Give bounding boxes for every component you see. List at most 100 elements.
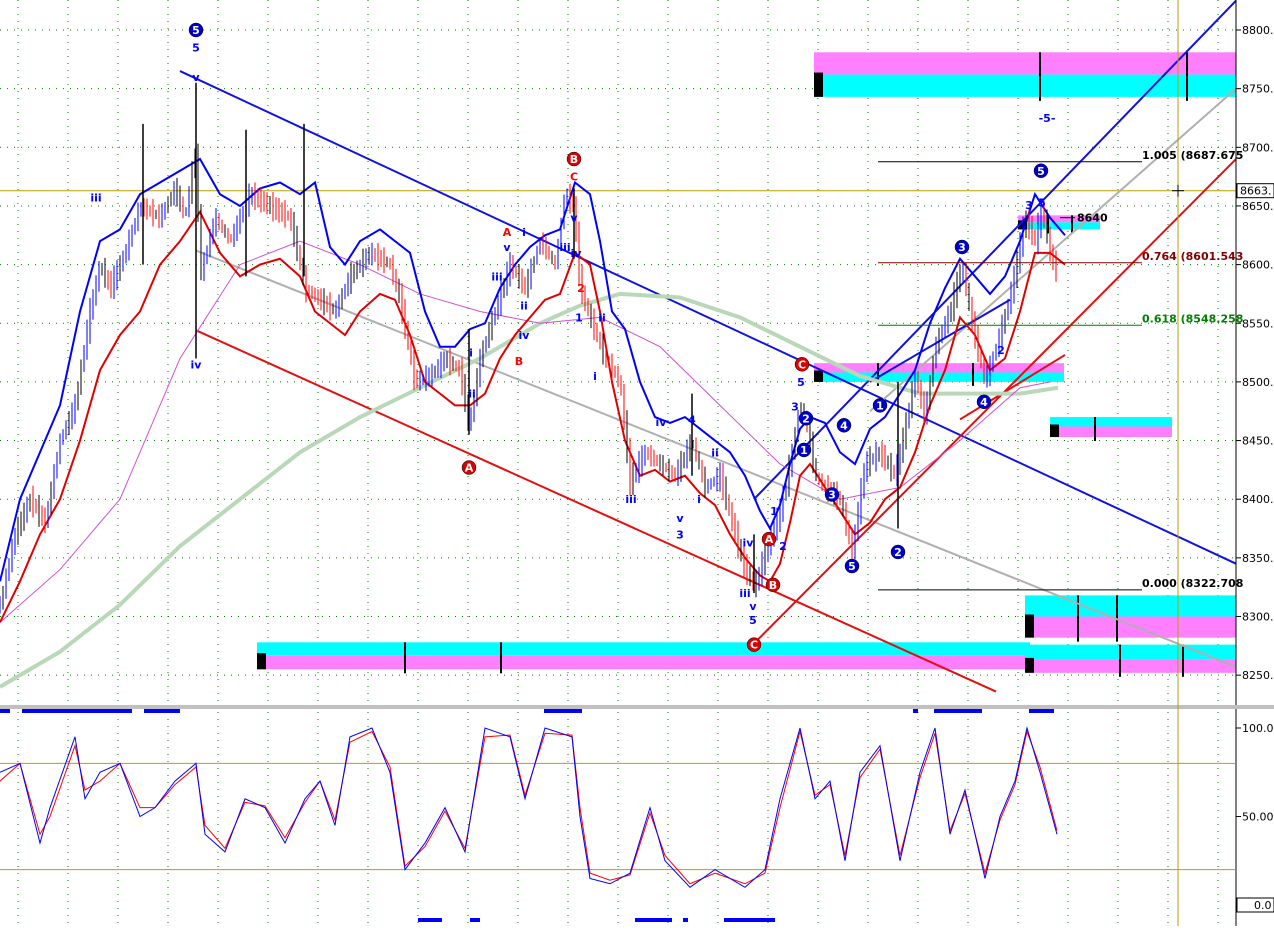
wave-label: 2: [894, 546, 902, 559]
wave-label: v: [192, 71, 200, 84]
zone-top: [1025, 595, 1236, 617]
signal-marker-bottom: [683, 918, 688, 922]
wave-label: 4: [980, 396, 988, 409]
wave-label: A: [465, 462, 474, 475]
wave-label: iii: [559, 241, 570, 254]
price-axis: 8800. 8750. 8700. 8650. 8600. 8550. 8500. 8450.…: [1235, 0, 1274, 926]
price-tick-label: 8250.: [1242, 669, 1274, 682]
stoch-tick-label: 100.0: [1242, 722, 1274, 735]
wave-label: v: [676, 512, 684, 525]
signal-marker-top: [934, 709, 982, 713]
wave-label: B: [769, 579, 777, 592]
fib-label: 1.005 (8687.675: [1142, 149, 1243, 162]
price-tick-label: 8350.: [1242, 552, 1274, 565]
wave-label: iv: [191, 358, 203, 371]
stochastic-pane: 100.0 50.00 0.0: [0, 705, 1274, 922]
wave-label: iv: [519, 329, 531, 342]
wave-label: 2: [577, 282, 585, 295]
wave-label: v: [503, 241, 511, 254]
wave-label: iii: [90, 192, 101, 205]
stoch-d-line: [0, 729, 1058, 885]
wave-label: 3: [1025, 199, 1033, 212]
price-tick-label: 8800.: [1242, 24, 1274, 37]
wave-label: C: [750, 639, 758, 652]
zone-bottom: [1025, 659, 1236, 673]
fib-label: 0.764 (8601.543: [1142, 250, 1243, 263]
wave-label: B: [570, 153, 578, 166]
zone-bottom: [814, 74, 1236, 97]
zone-bottom: [1025, 616, 1236, 638]
signal-marker-bottom: [418, 918, 442, 922]
wave-label: 5: [1037, 165, 1045, 178]
wave-label: 1: [800, 444, 808, 457]
wave-label: 5: [749, 614, 757, 627]
wave-label: A: [765, 533, 774, 546]
wave-label: 1: [770, 505, 778, 518]
wave-label: i: [522, 226, 526, 239]
wave-label: 3: [676, 528, 684, 541]
wave-label: 3: [828, 489, 836, 502]
wave-label: 2: [802, 412, 810, 425]
zone-marker: [1025, 614, 1034, 638]
wave-label: 1: [575, 311, 583, 324]
wave-label: 3: [791, 401, 799, 414]
wave-label: i: [697, 493, 701, 506]
wave-label: 2: [779, 540, 787, 553]
price-tick-label: 8550.: [1242, 317, 1274, 330]
wave-label: iii: [625, 493, 636, 506]
price-tick-label: 8400.: [1242, 493, 1274, 506]
zone-top: [814, 52, 1236, 75]
price-tick-label: 8500.: [1242, 376, 1274, 389]
price-tick-label: 8300.: [1242, 611, 1274, 624]
wave-label: 5: [192, 42, 200, 55]
pane-separator: [0, 705, 1236, 709]
price-tick-label: 8450.: [1242, 435, 1274, 448]
stoch-tick-label: 0.0: [1254, 899, 1272, 912]
wave-label: iv: [743, 537, 755, 550]
wave-label: 5: [192, 24, 200, 37]
wave-label: ii: [598, 311, 606, 324]
wave-label: i: [593, 370, 597, 383]
wave-label: 2: [997, 344, 1005, 357]
wave-label: -5-: [1039, 112, 1056, 125]
wave-label: 3: [958, 241, 966, 254]
zone-bottom: [1050, 426, 1172, 438]
signal-marker-bottom: [724, 918, 775, 922]
fib-label: 0.000 (8322.708: [1142, 577, 1243, 590]
price-tick-label: 8600.: [1242, 259, 1274, 272]
fib-label: 0.618 (8548.258: [1142, 312, 1243, 325]
wave-label: ii: [520, 300, 528, 313]
price-annotation: 8640: [1077, 212, 1108, 225]
zone-top: [257, 642, 1030, 656]
wave-label: B: [515, 355, 523, 368]
zone-top: [1025, 644, 1236, 660]
price-chart[interactable]: 1.005 (8687.675 0.764 (8601.543 0.618 (854…: [0, 0, 1274, 926]
zone-marker: [1050, 424, 1059, 438]
wave-label: iii: [739, 587, 750, 600]
signal-marker-top: [913, 709, 918, 713]
axis-separator: [1236, 705, 1274, 709]
wave-label: iii: [491, 270, 502, 283]
chart-window: 1.005 (8687.675 0.764 (8601.543 0.618 (854…: [0, 0, 1274, 926]
price-tick-label: 8700.: [1242, 141, 1274, 154]
zone-marker: [814, 370, 823, 382]
signal-marker-top: [1029, 709, 1054, 713]
wave-label: C: [570, 171, 578, 184]
zone-marker: [1025, 657, 1034, 673]
wave-label: 4: [840, 419, 848, 432]
zone-marker: [814, 72, 823, 97]
signal-marker-bottom: [470, 918, 480, 922]
signal-marker-bottom: [635, 918, 672, 922]
price-tick-label: 8750.: [1242, 83, 1274, 96]
current-price-label: 8663.: [1240, 185, 1272, 198]
signal-marker-top: [22, 709, 132, 713]
wave-label: ii: [468, 388, 476, 401]
wave-label: A: [503, 226, 512, 239]
zone-bottom: [257, 655, 1030, 670]
signal-marker-top: [0, 709, 10, 713]
wave-label: 1: [876, 399, 884, 412]
price-tick-label: 8650.: [1242, 200, 1274, 213]
stoch-k-line: [0, 726, 1058, 888]
wave-label: 4: [688, 413, 696, 426]
zone-top: [1050, 417, 1172, 427]
